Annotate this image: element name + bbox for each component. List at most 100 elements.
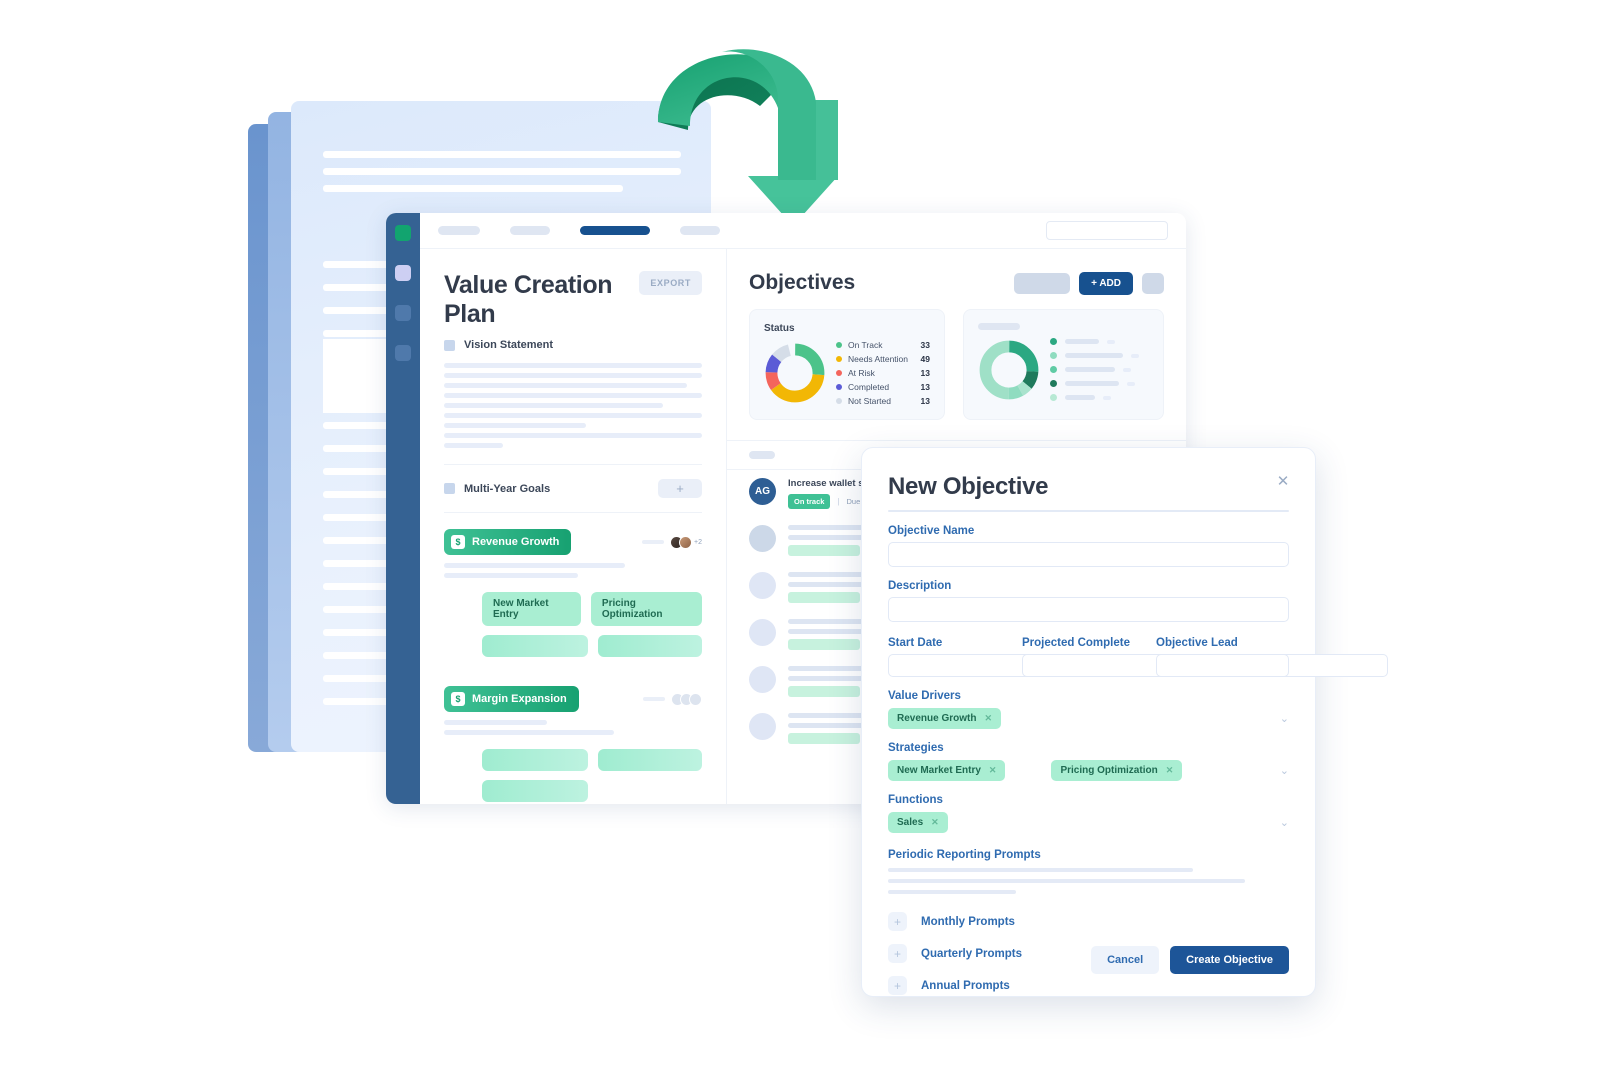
remove-tag-icon[interactable]: ✕ bbox=[984, 713, 992, 724]
nav-tab-4[interactable] bbox=[680, 226, 720, 235]
checkbox-icon[interactable] bbox=[444, 339, 455, 351]
chevron-down-icon[interactable]: ⌄ bbox=[1280, 816, 1289, 829]
avatar-overflow-count: +2 bbox=[694, 538, 702, 546]
sidebar-icon-objectives[interactable] bbox=[395, 305, 411, 321]
placeholder-bar bbox=[482, 780, 588, 802]
more-options-button[interactable] bbox=[1142, 272, 1164, 294]
add-goal-button[interactable]: + bbox=[658, 479, 702, 498]
annual-prompts-row[interactable]: + Annual Prompts bbox=[888, 976, 1289, 995]
sidebar-icon-plans[interactable] bbox=[395, 265, 411, 281]
legend-color-dot bbox=[1050, 394, 1057, 401]
avatar bbox=[749, 619, 776, 646]
nav-tab-1[interactable] bbox=[438, 226, 480, 235]
filter-button[interactable] bbox=[1014, 272, 1071, 294]
vision-text-placeholder bbox=[444, 363, 702, 448]
cancel-button[interactable]: Cancel bbox=[1091, 946, 1160, 974]
placeholder-bar bbox=[598, 635, 702, 657]
value-driver-chip[interactable]: $ Margin Expansion bbox=[444, 686, 579, 712]
remove-tag-icon[interactable]: ✕ bbox=[931, 817, 939, 828]
remove-tag-icon[interactable]: ✕ bbox=[1166, 765, 1174, 776]
objective-name-input[interactable] bbox=[888, 542, 1289, 567]
legend-item bbox=[1050, 338, 1149, 345]
placeholder-bar bbox=[598, 749, 702, 771]
secondary-chart-card bbox=[963, 309, 1164, 420]
legend-value-placeholder bbox=[1123, 367, 1131, 372]
strategies-field[interactable]: New Market Entry ✕ Pricing Optimization … bbox=[888, 760, 1289, 781]
avatar-group[interactable] bbox=[671, 692, 702, 706]
search-input[interactable] bbox=[1046, 221, 1168, 240]
secondary-donut-chart bbox=[979, 340, 1039, 399]
avatar: AG bbox=[749, 478, 776, 505]
legend-label-placeholder bbox=[1065, 367, 1115, 372]
nav-tab-2[interactable] bbox=[510, 226, 550, 235]
card-title-placeholder bbox=[978, 323, 1020, 330]
legend-value-placeholder bbox=[1107, 339, 1115, 344]
sidebar-icon-reports[interactable] bbox=[395, 345, 411, 361]
strategy-tag[interactable]: Pricing Optimization ✕ bbox=[1051, 760, 1183, 781]
section-multi-year-goals[interactable]: Multi-Year Goals bbox=[444, 483, 550, 495]
strategy-tag[interactable]: New Market Entry ✕ bbox=[888, 760, 1006, 781]
legend-value-placeholder bbox=[1127, 381, 1135, 386]
checkbox-icon[interactable] bbox=[444, 483, 455, 494]
strategy-chip[interactable]: Pricing Optimization bbox=[590, 592, 702, 626]
sidebar-icon-dashboard[interactable] bbox=[395, 225, 411, 241]
legend-item: Not Started 13 bbox=[836, 396, 930, 406]
prompt-label: Monthly Prompts bbox=[921, 915, 1015, 928]
legend-value-placeholder bbox=[1131, 353, 1139, 358]
legend-color-dot bbox=[836, 342, 842, 348]
status-chart-card: Status On Track 33 Needs Attention 49 At… bbox=[749, 309, 945, 420]
prompt-text-placeholder bbox=[888, 879, 1245, 883]
legend-value-placeholder bbox=[1103, 395, 1111, 400]
value-driver-chip[interactable]: $ Revenue Growth bbox=[444, 529, 572, 555]
title-divider bbox=[888, 510, 1289, 512]
legend-label-placeholder bbox=[1065, 353, 1123, 358]
objective-lead-input[interactable] bbox=[1156, 654, 1289, 677]
legend-value: 49 bbox=[920, 354, 930, 364]
prompt-label: Quarterly Prompts bbox=[921, 947, 1022, 960]
create-objective-button[interactable]: Create Objective bbox=[1170, 946, 1289, 974]
legend-color-dot bbox=[836, 384, 842, 390]
avatar bbox=[749, 666, 776, 693]
functions-field[interactable]: Sales ✕ ⌄ bbox=[888, 812, 1289, 833]
section-label: Vision Statement bbox=[464, 339, 554, 351]
legend-item: On Track 33 bbox=[836, 340, 930, 350]
secondary-legend bbox=[1050, 338, 1149, 401]
meta-placeholder bbox=[642, 540, 665, 544]
avatar bbox=[749, 525, 776, 552]
illustration-stage: Value Creation Plan EXPORT Vision Statem… bbox=[0, 0, 1620, 1080]
avatar-group[interactable]: +2 bbox=[670, 535, 702, 549]
value-driver-label: Margin Expansion bbox=[472, 693, 567, 705]
functions-label: Functions bbox=[888, 794, 943, 806]
strategy-chip[interactable]: New Market Entry bbox=[482, 592, 581, 626]
legend-color-dot bbox=[1050, 338, 1057, 345]
status-donut-chart bbox=[765, 343, 825, 403]
section-label: Multi-Year Goals bbox=[464, 482, 551, 495]
modal-title: New Objective bbox=[888, 473, 1049, 500]
monthly-prompts-row[interactable]: + Monthly Prompts bbox=[888, 912, 1289, 931]
plus-icon[interactable]: + bbox=[888, 912, 907, 931]
value-drivers-field[interactable]: Revenue Growth ✕ ⌄ bbox=[888, 708, 1289, 729]
close-icon[interactable]: ✕ bbox=[1275, 474, 1291, 490]
prompt-text-placeholder bbox=[888, 868, 1193, 872]
chevron-down-icon[interactable]: ⌄ bbox=[1280, 712, 1289, 725]
add-objective-button[interactable]: + ADD bbox=[1079, 271, 1133, 295]
nav-tab-3-active[interactable] bbox=[580, 226, 650, 235]
plus-icon[interactable]: + bbox=[888, 944, 907, 963]
chevron-down-icon[interactable]: ⌄ bbox=[1280, 764, 1289, 777]
status-legend: On Track 33 Needs Attention 49 At Risk 1… bbox=[836, 340, 930, 406]
objective-lead-label: Objective Lead bbox=[1156, 637, 1238, 649]
legend-color-dot bbox=[1050, 366, 1057, 373]
value-drivers-label: Value Drivers bbox=[888, 690, 961, 702]
legend-value: 33 bbox=[920, 340, 930, 350]
remove-tag-icon[interactable]: ✕ bbox=[989, 765, 997, 776]
plus-icon[interactable]: + bbox=[888, 976, 907, 995]
export-button[interactable]: EXPORT bbox=[639, 271, 702, 295]
legend-color-dot bbox=[836, 370, 842, 376]
status-badge: On track bbox=[788, 494, 831, 509]
legend-label: Not Started bbox=[848, 396, 891, 406]
section-vision-statement[interactable]: Vision Statement bbox=[444, 339, 702, 351]
strategies-label: Strategies bbox=[888, 742, 944, 754]
description-input[interactable] bbox=[888, 597, 1289, 622]
function-tag[interactable]: Sales ✕ bbox=[888, 812, 948, 833]
value-driver-tag[interactable]: Revenue Growth ✕ bbox=[888, 708, 1002, 729]
